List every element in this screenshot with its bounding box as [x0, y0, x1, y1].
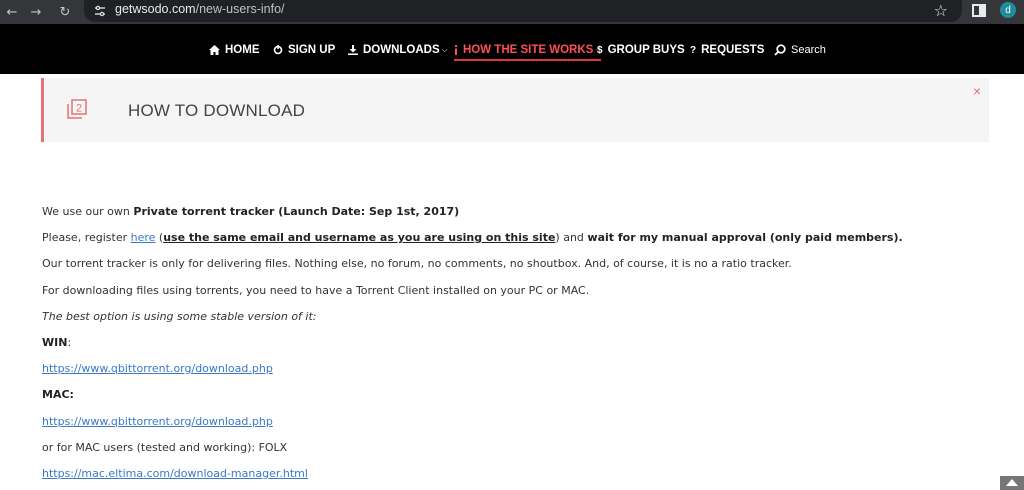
active-underline [454, 59, 602, 61]
sign-up-icon [273, 45, 283, 55]
svg-text:2: 2 [76, 103, 82, 115]
browser-toolbar: ← → ↻ getwsodo.com/new-users-info/ ☆ d [0, 0, 1024, 24]
close-icon[interactable]: × [973, 83, 981, 99]
home-icon [209, 45, 220, 55]
nav-item-requests[interactable]: ? REQUESTS [690, 42, 764, 58]
url-text: getwsodo.com/new-users-info/ [115, 2, 285, 16]
win-heading: WIN: [42, 330, 982, 356]
forward-icon[interactable]: → [26, 2, 46, 22]
text-segment: The best option is using some stable ver… [42, 309, 317, 323]
scroll-to-top-button[interactable] [1000, 476, 1024, 490]
tracker-intro: We use our own Private torrent tracker (… [42, 199, 982, 225]
site-info-icon[interactable] [92, 3, 108, 19]
nav-item-sign-up[interactable]: SIGN UP [273, 42, 335, 58]
folx-download-link[interactable]: https://mac.eltima.com/download-manager.… [42, 467, 308, 480]
nav-label-downloads: DOWNLOADS [363, 44, 440, 56]
win-label: WIN [42, 335, 68, 349]
text-segment: ) and [555, 231, 588, 245]
tracker-launch-date: Private torrent tracker (Launch Date: Se… [133, 205, 460, 218]
nav-item-search[interactable]: Search [774, 42, 826, 58]
reload-icon[interactable]: ↻ [55, 2, 75, 22]
nav-label-group-buys: GROUP BUYS [607, 44, 685, 56]
text-segment: We use our own [42, 205, 134, 218]
profile-avatar[interactable]: d [1000, 2, 1016, 18]
win-qbittorrent-link[interactable]: https://www.qbittorrent.org/download.php [42, 362, 273, 375]
address-bar[interactable]: getwsodo.com/new-users-info/ ☆ [84, 0, 962, 22]
info-icon [454, 45, 458, 55]
side-panel-icon[interactable] [972, 4, 986, 17]
bookmark-star-icon[interactable]: ☆ [934, 1, 948, 20]
chevron-down-icon: ⌵ [441, 45, 448, 54]
mac-label: MAC: [42, 388, 74, 402]
nav-item-downloads[interactable]: DOWNLOADS ⌵ [348, 42, 448, 58]
client-requirement: For downloading files using torrents, yo… [42, 283, 590, 297]
nav-label-search: Search [791, 44, 826, 56]
register-instructions: Please, register here (use the same emai… [42, 225, 982, 251]
download-icon [348, 45, 358, 55]
client-recommendation: The best option is using some stable ver… [42, 304, 982, 330]
win-link-row: https://www.qbittorrent.org/download.php [42, 356, 982, 382]
folx-note: or for MAC users (tested and working): F… [42, 440, 288, 454]
search-icon [774, 44, 786, 56]
nav-label-how-the-site-works: HOW THE SITE WORKS [463, 44, 594, 56]
question-icon: ? [690, 44, 697, 56]
text-segment: Please, register [42, 231, 131, 245]
nav-item-home[interactable]: HOME [209, 42, 260, 58]
nav-item-group-buys[interactable]: $ GROUP BUYS [597, 42, 685, 58]
notice-title: HOW TO DOWNLOAD [128, 101, 306, 120]
text-segment: : [67, 335, 72, 349]
nav-item-how-the-site-works[interactable]: HOW THE SITE WORKS ⌵ [454, 42, 602, 61]
tracker-purpose: Our torrent tracker is only for deliveri… [42, 257, 792, 271]
numbered-list-icon: 2 [66, 98, 88, 120]
mac-qbittorrent-link[interactable]: https://www.qbittorrent.org/download.php [42, 415, 273, 428]
nav-label-home: HOME [225, 44, 260, 56]
folx-link-row: https://mac.eltima.com/download-manager.… [42, 461, 982, 487]
register-here-link[interactable]: here [131, 231, 156, 244]
site-navigation: HOME SIGN UP DOWNLOADS ⌵ HOW THE SITE WO… [0, 24, 1024, 74]
manual-approval-note: wait for my manual approval (only paid m… [587, 231, 903, 245]
mac-heading: MAC: [42, 382, 982, 408]
back-icon[interactable]: ← [2, 2, 22, 22]
url-path: /new-users-info/ [195, 2, 285, 16]
url-domain: getwsodo.com [115, 2, 196, 16]
page-content: We use our own Private torrent tracker (… [42, 199, 982, 487]
nav-label-sign-up: SIGN UP [288, 44, 336, 56]
dollar-icon: $ [597, 44, 603, 56]
how-to-download-notice: 2 HOW TO DOWNLOAD × [41, 78, 989, 142]
same-credentials-note: use the same email and username as you a… [163, 231, 556, 245]
mac-link-row: https://www.qbittorrent.org/download.php [42, 409, 982, 435]
nav-label-requests: REQUESTS [701, 44, 765, 56]
